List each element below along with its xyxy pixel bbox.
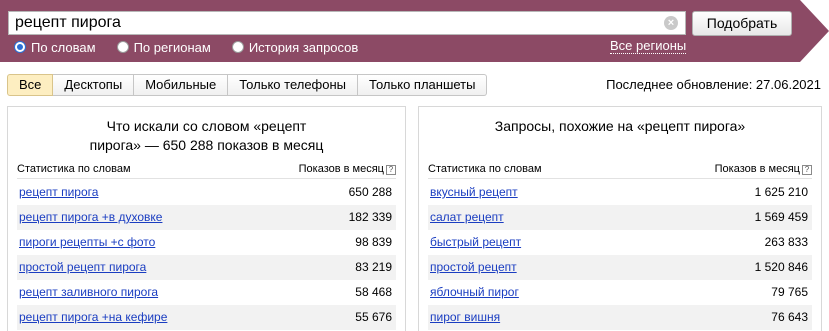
submit-button[interactable]: Подобрать <box>692 11 792 36</box>
shows-count: 79 765 <box>771 285 808 299</box>
query-link[interactable]: быстрый рецепт <box>430 235 521 249</box>
left-panel-title: Что искали со словом «рецепт пирога» — 6… <box>89 118 324 153</box>
query-link[interactable]: простой рецепт <box>430 260 517 274</box>
table-row: простой рецепт пирога 83 219 <box>17 255 396 280</box>
mode-by-regions[interactable]: По регионам <box>116 39 211 55</box>
left-panel: Что искали со словом «рецепт пирога» — 6… <box>7 106 406 331</box>
table-row: яблочный пирог 79 765 <box>428 280 812 305</box>
mode-by-regions-label: По регионам <box>133 39 211 55</box>
table-row: рецепт пирога +на кефире 55 676 <box>17 305 396 330</box>
left-column-header: Статистика по словам Показов в месяц? <box>17 163 396 179</box>
help-icon[interactable]: ? <box>386 165 396 175</box>
query-link[interactable]: рецепт пирога +в духовке <box>19 210 162 224</box>
last-update-text: Последнее обновление: 27.06.2021 <box>606 77 821 92</box>
shows-count: 76 643 <box>771 310 808 324</box>
query-link[interactable]: рецепт пирога <box>19 185 98 199</box>
mode-history-label: История запросов <box>248 39 359 55</box>
table-row: пироги рецепты +с фото 98 839 <box>17 230 396 255</box>
tab-phones-only[interactable]: Только телефоны <box>228 74 359 96</box>
search-mode-group: По словам По регионам История запросов <box>14 39 379 55</box>
query-link[interactable]: рецепт пирога +на кефире <box>19 310 167 324</box>
table-row: простой рецепт 1 520 846 <box>428 255 812 280</box>
shows-count: 58 468 <box>355 285 392 299</box>
shows-count: 98 839 <box>355 235 392 249</box>
right-panel: Запросы, похожие на «рецепт пирога» Стат… <box>418 106 822 331</box>
shows-count: 263 833 <box>764 235 808 249</box>
shows-count: 1 625 210 <box>754 185 808 199</box>
tab-tablets-only[interactable]: Только планшеты <box>358 74 488 96</box>
table-row: рецепт пирога 650 288 <box>17 180 396 205</box>
all-regions-link[interactable]: Все регионы <box>610 38 687 54</box>
table-row: пирог вишня 76 643 <box>428 305 812 330</box>
mode-by-words[interactable]: По словам <box>14 40 96 55</box>
search-input[interactable] <box>9 12 659 34</box>
clear-icon[interactable]: × <box>664 16 678 30</box>
device-tabs: Все Десктопы Мобильные Только телефоны Т… <box>7 74 488 96</box>
right-column-header: Статистика по словам Показов в месяц? <box>428 163 812 179</box>
mode-history[interactable]: История запросов <box>231 39 359 55</box>
query-link[interactable]: пироги рецепты +с фото <box>19 235 155 249</box>
right-panel-title: Запросы, похожие на «рецепт пирога» <box>494 118 746 134</box>
query-link[interactable]: простой рецепт пирога <box>19 260 146 274</box>
query-link[interactable]: салат рецепт <box>430 210 504 224</box>
table-row: вкусный рецепт 1 625 210 <box>428 180 812 205</box>
shows-count: 1 569 459 <box>754 210 808 224</box>
table-row: рецепт пирога +в духовке 182 339 <box>17 205 396 230</box>
col-shows-label: Показов в месяц <box>714 163 800 175</box>
shows-count: 182 339 <box>348 210 392 224</box>
table-row: салат рецепт 1 569 459 <box>428 205 812 230</box>
tab-all[interactable]: Все <box>7 74 54 96</box>
help-icon[interactable]: ? <box>802 165 812 175</box>
query-link[interactable]: рецепт заливного пирога <box>19 285 158 299</box>
col-shows-header: Показов в месяц? <box>299 163 396 175</box>
shows-count: 83 219 <box>355 260 392 274</box>
table-row: рецепт заливного пирога 58 468 <box>17 280 396 305</box>
radio-by-words[interactable] <box>14 41 26 53</box>
left-results-list: рецепт пирога 650 288 рецепт пирога +в д… <box>17 180 396 330</box>
col-words-header: Статистика по словам <box>428 163 542 175</box>
tab-desktops[interactable]: Десктопы <box>53 74 135 96</box>
col-shows-header: Показов в месяц? <box>715 163 812 175</box>
query-link[interactable]: вкусный рецепт <box>430 185 518 199</box>
shows-count: 1 520 846 <box>754 260 808 274</box>
query-link[interactable]: пирог вишня <box>430 310 500 324</box>
table-row: быстрый рецепт 263 833 <box>428 230 812 255</box>
radio-history[interactable] <box>231 41 244 53</box>
right-results-list: вкусный рецепт 1 625 210 салат рецепт 1 … <box>428 180 812 330</box>
tab-mobile[interactable]: Мобильные <box>134 74 229 96</box>
radio-by-regions[interactable] <box>116 41 129 53</box>
col-shows-label: Показов в месяц <box>298 163 384 175</box>
mode-by-words-label: По словам <box>31 39 96 55</box>
col-words-header: Статистика по словам <box>17 163 131 175</box>
search-field[interactable]: × <box>8 11 686 35</box>
shows-count: 55 676 <box>355 310 392 324</box>
query-link[interactable]: яблочный пирог <box>430 285 519 299</box>
shows-count: 650 288 <box>348 185 392 199</box>
